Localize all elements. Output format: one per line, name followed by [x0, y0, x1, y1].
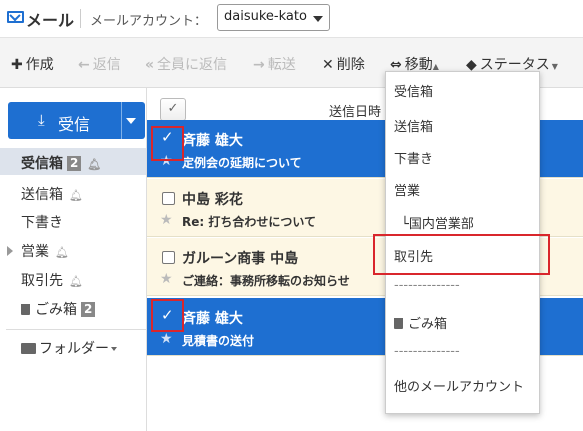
mail-icon — [7, 11, 24, 23]
receive-button[interactable]: ⤓ 受信 — [8, 102, 145, 139]
caret-up-icon: ▲ — [432, 62, 439, 71]
sort-date-header[interactable]: 送信日時 — [329, 101, 381, 120]
folder-label: 取引先 — [21, 273, 63, 289]
menu-item-label: ごみ箱 — [408, 317, 448, 332]
compose-button[interactable]: ✚ 作成 — [11, 54, 54, 74]
menu-separator: -------------- — [394, 344, 460, 359]
folder-label: 送信箱 — [21, 187, 63, 203]
account-select-value: daisuke-kato — [224, 9, 307, 24]
highlight-box — [373, 234, 550, 275]
sidebar-item-clients[interactable]: 取引先 🔔︎ — [0, 265, 146, 292]
menu-item-trash[interactable]: ごみ箱 — [386, 313, 541, 332]
folder-label: 営業 — [21, 244, 49, 260]
account-label: メールアカウント： — [90, 14, 208, 29]
select-all-checkbox[interactable]: ✓ — [160, 98, 186, 121]
unread-badge: 2 — [81, 302, 96, 317]
plus-icon: ✚ — [11, 57, 23, 73]
bell-icon: 🔔︎ — [87, 158, 102, 171]
chevron-down-icon: ▼ — [551, 62, 558, 71]
message-subject: 定例会の延期について — [182, 156, 302, 170]
folder-root-label: フォルダー — [39, 341, 109, 357]
sidebar-item-inbox[interactable]: 受信箱 2 🔔︎ — [0, 148, 146, 175]
menu-item-domestic-sales[interactable]: └国内営業部 — [386, 213, 541, 232]
reply-all-icon: « — [145, 57, 155, 73]
chevron-down-icon[interactable] — [126, 118, 136, 124]
folder-label: ごみ箱 — [35, 302, 77, 318]
chevron-down-icon — [111, 347, 117, 351]
top-bar: メール メールアカウント： daisuke-kato — [0, 0, 583, 38]
divider — [80, 9, 81, 28]
folder-icon — [21, 343, 36, 354]
account-select[interactable]: daisuke-kato — [217, 4, 330, 31]
chevron-down-icon — [313, 16, 323, 22]
menu-item-inbox[interactable]: 受信箱 — [386, 81, 541, 100]
bell-icon: 🔔︎ — [55, 246, 69, 259]
reply-all-label: 全員に返信 — [157, 57, 228, 73]
bell-icon: 🔔︎ — [69, 189, 83, 202]
message-sender: 中島 彩花 — [182, 192, 243, 208]
sidebar-item-sent[interactable]: 送信箱 🔔︎ — [0, 179, 146, 206]
delete-label: 削除 — [336, 57, 365, 73]
close-icon: ✕ — [322, 57, 334, 73]
highlight-box — [151, 126, 184, 161]
menu-separator: -------------- — [394, 278, 460, 293]
message-checkbox[interactable] — [162, 251, 175, 264]
folder-label: 受信箱 — [21, 156, 63, 172]
message-subject: 見積書の送付 — [182, 334, 255, 348]
trash-icon — [21, 304, 30, 315]
message-sender: 斉藤 雄大 — [182, 133, 243, 149]
folder-label: 下書き — [21, 215, 63, 231]
receive-main[interactable]: ⤓ 受信 — [8, 102, 122, 139]
highlight-box — [151, 299, 184, 332]
forward-button[interactable]: → 転送 — [253, 54, 296, 74]
reply-label: 返信 — [92, 57, 121, 73]
divider — [6, 329, 146, 330]
reply-all-button[interactable]: «全員に返信 — [145, 54, 227, 74]
expand-icon[interactable] — [7, 246, 13, 256]
star-icon[interactable]: ★ — [160, 271, 173, 287]
message-subject: Re: 打ち合わせについて — [182, 215, 316, 229]
folder-menu-button[interactable]: フォルダー — [21, 338, 117, 358]
forward-icon: → — [253, 57, 265, 73]
message-sender: ガルーン商事 中島 — [182, 251, 299, 267]
menu-item-sent[interactable]: 送信箱 — [386, 116, 541, 135]
menu-item-sales[interactable]: 営業 — [386, 180, 541, 199]
sidebar-item-trash[interactable]: ごみ箱 2 — [0, 294, 146, 321]
bell-icon: 🔔︎ — [69, 275, 83, 288]
forward-label: 転送 — [267, 57, 296, 73]
receive-label: 受信 — [58, 115, 91, 134]
star-icon[interactable]: ★ — [160, 331, 173, 347]
delete-button[interactable]: ✕ 削除 — [322, 54, 365, 74]
download-icon: ⤓ — [38, 111, 45, 129]
app-title: メール — [26, 11, 75, 30]
reply-button[interactable]: ← 返信 — [78, 54, 121, 74]
compose-label: 作成 — [25, 57, 54, 73]
message-checkbox[interactable] — [162, 192, 175, 205]
reply-icon: ← — [78, 57, 90, 73]
menu-item-drafts[interactable]: 下書き — [386, 148, 541, 167]
message-sender: 斉藤 雄大 — [182, 311, 243, 327]
message-subject: ご連絡：事務所移転のお知らせ — [182, 274, 350, 288]
sidebar: ⤓ 受信 受信箱 2 🔔︎ 送信箱 🔔︎ 下書き 営業 🔔︎ 取引先 🔔︎ ごみ箱 2 フォ… — [0, 88, 146, 431]
menu-item-other-accounts[interactable]: 他のメールアカウント — [386, 376, 541, 395]
trash-icon — [394, 318, 403, 329]
sidebar-item-sales[interactable]: 営業 🔔︎ — [0, 236, 146, 263]
sidebar-item-drafts[interactable]: 下書き — [0, 207, 146, 234]
unread-badge: 2 — [67, 156, 82, 171]
star-icon[interactable]: ★ — [160, 212, 173, 228]
